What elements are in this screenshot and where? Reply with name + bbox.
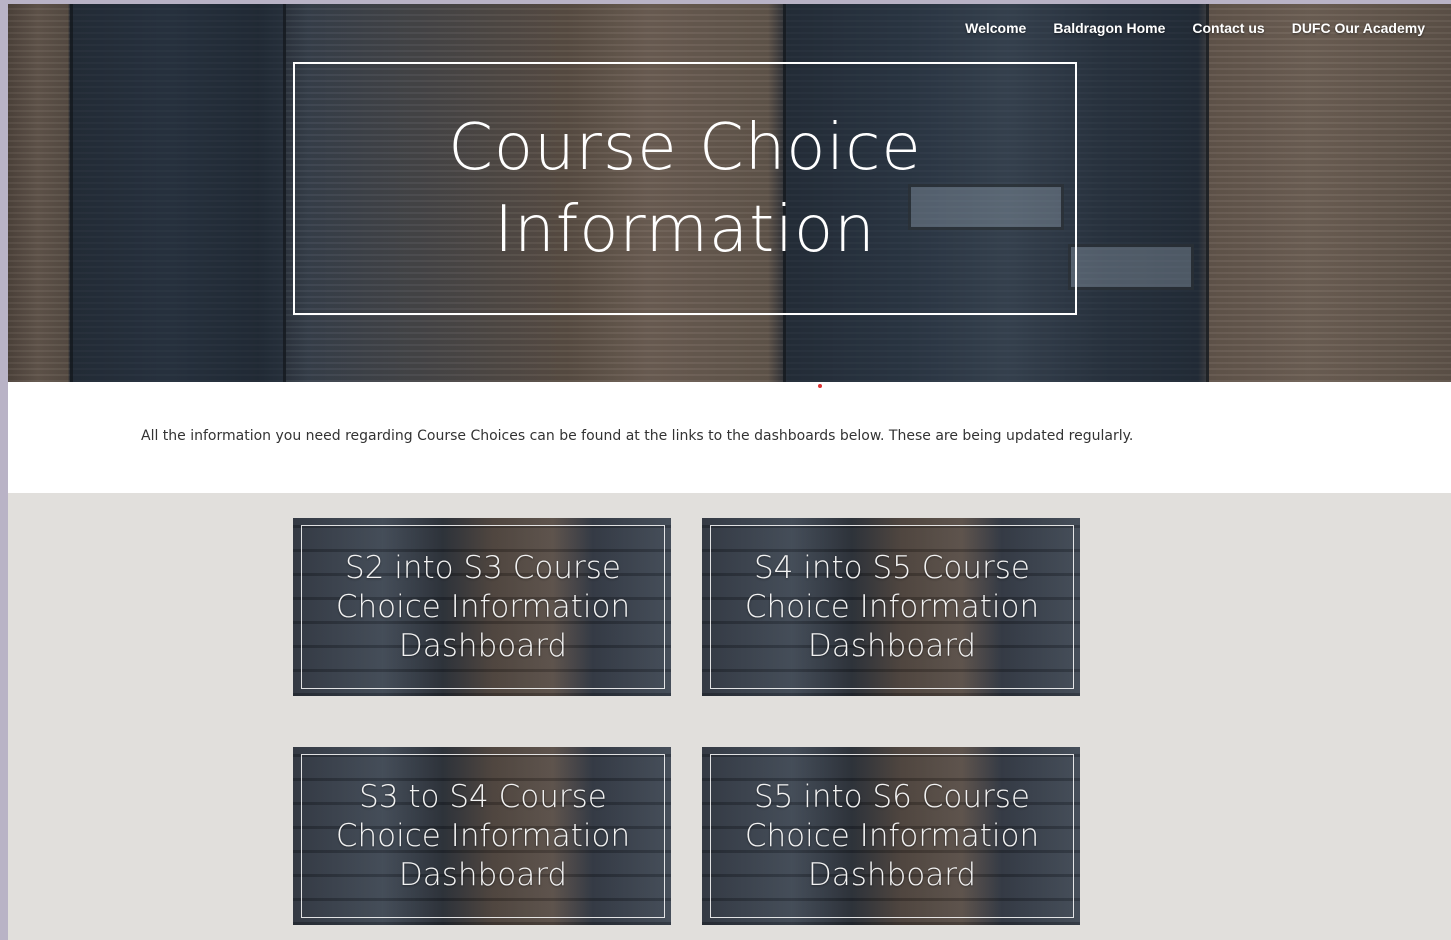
dashboard-tile-s2-s3[interactable]: S2 into S3 Course Choice Information Das… [293, 518, 671, 696]
dashboard-tile-s3-s4[interactable]: S3 to S4 Course Choice Information Dashb… [293, 747, 671, 925]
dashboard-tile-s4-s5[interactable]: S4 into S5 Course Choice Information Das… [702, 518, 1080, 696]
nav-link-welcome[interactable]: Welcome [965, 20, 1026, 36]
dashboard-tile-s5-s6[interactable]: S5 into S6 Course Choice Information Das… [702, 747, 1080, 925]
page: Welcome Baldragon Home Contact us DUFC O… [8, 4, 1451, 940]
hero-title-frame: Course Choice Information [293, 62, 1077, 315]
hero-window-decoration [1068, 244, 1194, 290]
tile-frame: S4 into S5 Course Choice Information Das… [710, 525, 1074, 689]
tile-frame: S3 to S4 Course Choice Information Dashb… [301, 754, 665, 918]
nav-link-baldragon-home[interactable]: Baldragon Home [1053, 20, 1165, 36]
tile-label: S5 into S6 Course Choice Information Das… [744, 778, 1040, 893]
intro-section: All the information you need regarding C… [8, 382, 1451, 493]
tile-label: S2 into S3 Course Choice Information Das… [335, 549, 631, 664]
hero-banner: Welcome Baldragon Home Contact us DUFC O… [8, 4, 1451, 382]
tile-frame: S2 into S3 Course Choice Information Das… [301, 525, 665, 689]
nav-link-dufc-our-academy[interactable]: DUFC Our Academy [1292, 20, 1425, 36]
nav-link-contact-us[interactable]: Contact us [1192, 20, 1264, 36]
tile-frame: S5 into S6 Course Choice Information Das… [710, 754, 1074, 918]
decorative-dot [818, 384, 822, 388]
hero-window-decoration [70, 4, 286, 382]
tile-label: S4 into S5 Course Choice Information Das… [744, 549, 1040, 664]
intro-text: All the information you need regarding C… [141, 428, 1134, 444]
page-title: Course Choice Information [448, 110, 922, 267]
top-navigation: Welcome Baldragon Home Contact us DUFC O… [965, 20, 1425, 36]
tile-label: S3 to S4 Course Choice Information Dashb… [335, 778, 631, 893]
